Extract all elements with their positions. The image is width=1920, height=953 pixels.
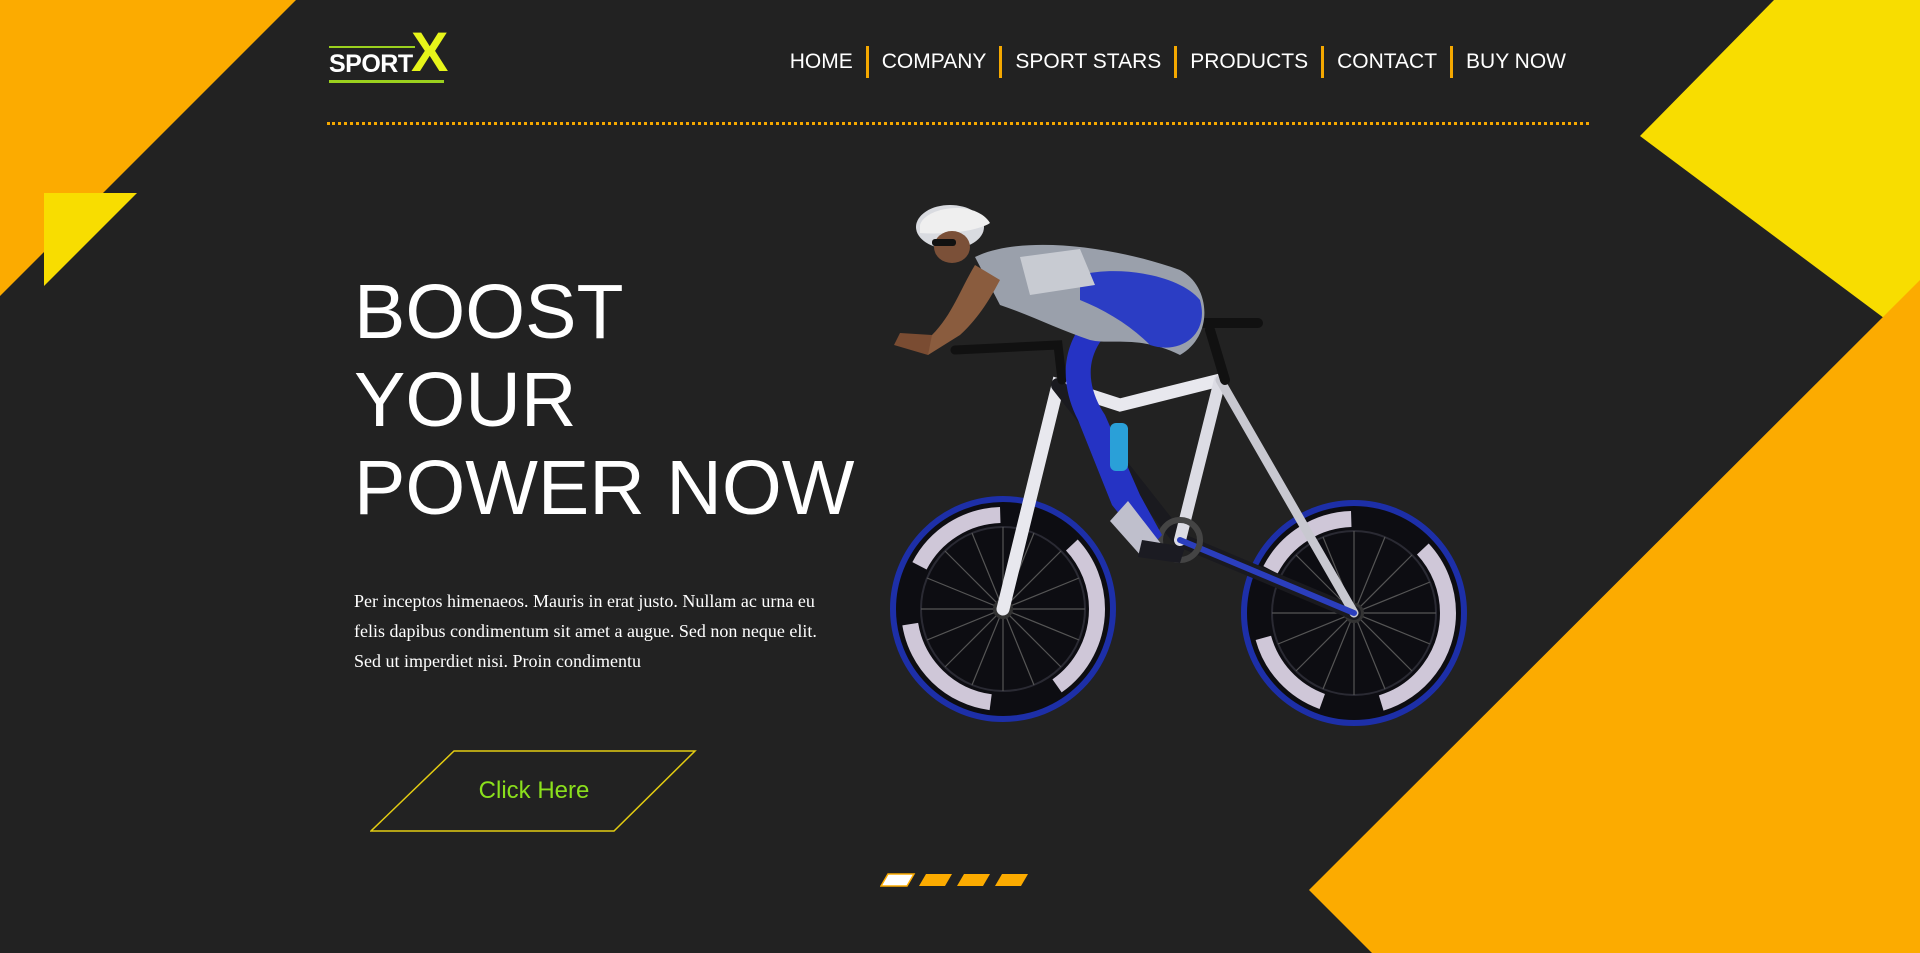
nav-sport-stars[interactable]: SPORT STARS	[1002, 46, 1174, 78]
hero-description: Per inceptos himenaeos. Mauris in erat j…	[354, 591, 817, 671]
logo-x-mark: X	[411, 20, 449, 83]
nav-buy-now[interactable]: BUY NOW	[1453, 46, 1579, 78]
hero-title: BOOST YOUR POWER NOW	[354, 268, 914, 532]
logo-underline	[329, 80, 444, 83]
top-right-yellow-shape	[1640, 0, 1920, 345]
sportx-logo[interactable]: SPORT X	[327, 24, 449, 86]
nav-home[interactable]: HOME	[777, 46, 866, 78]
logo-text: SPORT	[329, 50, 413, 78]
hero-title-line-2: YOUR	[354, 357, 577, 443]
cyclist-image	[890, 205, 1467, 726]
logo-overline	[329, 46, 415, 48]
slider-dot-4[interactable]	[995, 874, 1028, 886]
slider-dot-2[interactable]	[919, 874, 952, 886]
hero-title-line-1: BOOST	[354, 269, 624, 355]
hero-title-line-3: POWER NOW	[354, 445, 855, 531]
cta-label: Click Here	[478, 777, 590, 804]
top-left-yellow-triangle	[44, 193, 137, 286]
header-divider	[327, 122, 1589, 125]
nav-contact[interactable]: CONTACT	[1324, 46, 1450, 78]
water-bottle	[1110, 423, 1128, 471]
click-here-button[interactable]: Click Here	[370, 750, 698, 832]
slider-dot-1[interactable]	[880, 873, 916, 887]
nav-company[interactable]: COMPANY	[869, 46, 1000, 78]
slider-pagination	[880, 873, 1028, 887]
slider-dot-3[interactable]	[957, 874, 990, 886]
main-nav: HOME COMPANY SPORT STARS PRODUCTS CONTAC…	[777, 46, 1579, 78]
nav-products[interactable]: PRODUCTS	[1177, 46, 1321, 78]
